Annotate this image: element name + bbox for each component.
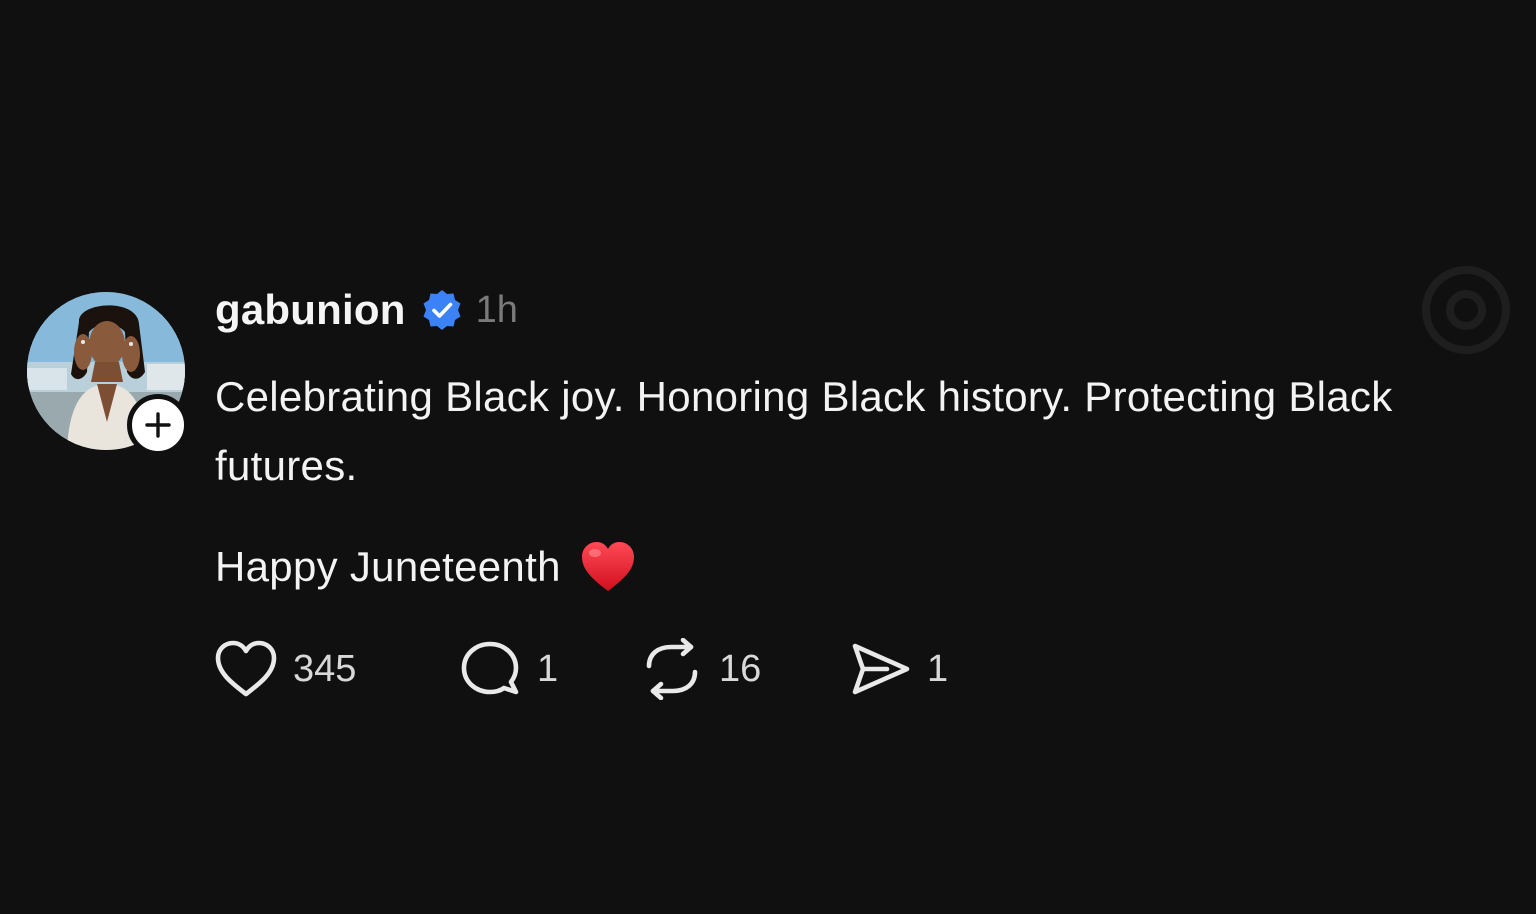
plus-icon xyxy=(145,412,171,438)
red-heart-emoji-icon xyxy=(579,538,637,596)
post-body: Celebrating Black joy. Honoring Black hi… xyxy=(215,362,1475,601)
reply-count: 1 xyxy=(537,647,559,690)
username[interactable]: gabunion xyxy=(215,286,406,334)
like-button[interactable]: 345 xyxy=(213,638,457,700)
send-plane-icon xyxy=(847,638,913,700)
avatar-container xyxy=(27,292,189,456)
post-actions: 345 1 16 1 xyxy=(213,637,967,701)
share-button[interactable]: 1 xyxy=(847,638,967,700)
heart-outline-icon xyxy=(213,638,279,700)
repost-button[interactable]: 16 xyxy=(639,638,847,700)
repost-arrows-icon xyxy=(639,638,705,700)
thread-post: gabunion 1h Celebrating Black joy. Honor… xyxy=(0,0,1536,914)
repost-count: 16 xyxy=(719,647,762,690)
verified-badge-icon xyxy=(420,288,464,332)
post-text-line-1: Celebrating Black joy. Honoring Black hi… xyxy=(215,373,1393,489)
faint-background-icon xyxy=(1422,266,1510,354)
post-timestamp: 1h xyxy=(475,288,518,331)
post-text-line-2: Happy Juneteenth xyxy=(215,532,1475,601)
reply-button[interactable]: 1 xyxy=(457,638,639,700)
share-count: 1 xyxy=(927,647,949,690)
post-text-juneteenth: Happy Juneteenth xyxy=(215,543,561,590)
speech-bubble-icon xyxy=(457,638,523,700)
post-header: gabunion 1h xyxy=(215,284,518,336)
follow-button[interactable] xyxy=(127,394,189,456)
like-count: 345 xyxy=(293,647,357,690)
